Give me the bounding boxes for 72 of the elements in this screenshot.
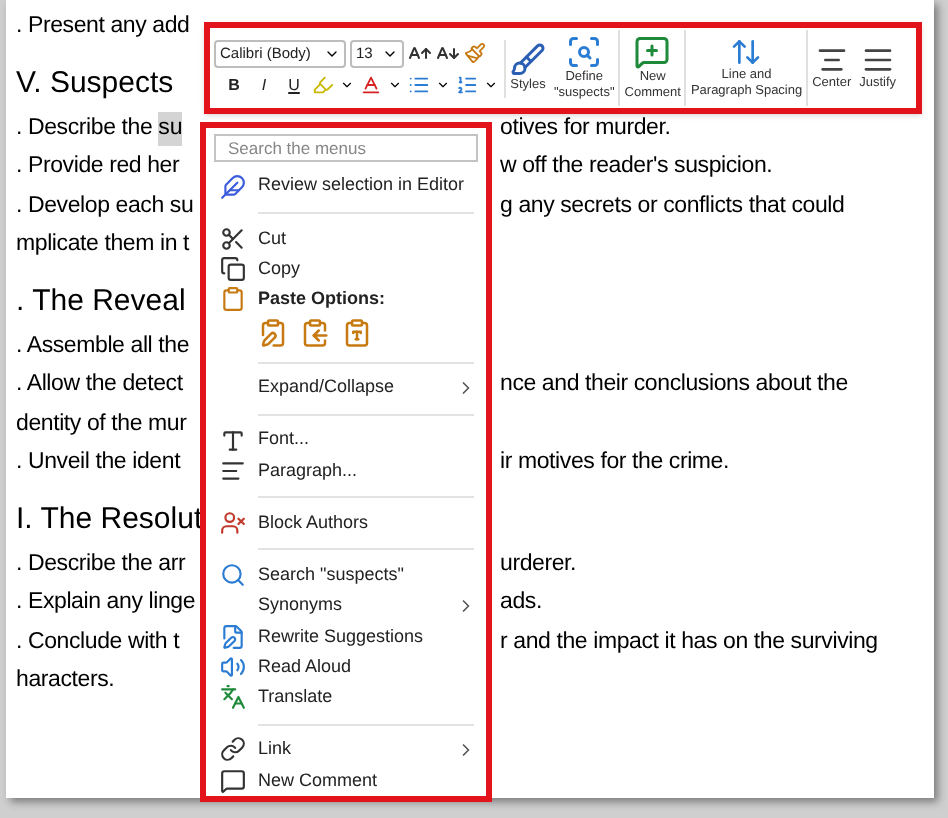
align-center-icon [815,44,848,76]
align-justify-icon [861,44,894,76]
chevron-icon[interactable] [484,78,498,92]
chevron-icon[interactable] [436,78,450,92]
body-text: urderer. [500,549,577,580]
shrink-font-icon[interactable] [436,41,460,65]
comment-add-icon [634,34,671,70]
format-button[interactable]: B [222,73,246,97]
chevron-icon[interactable] [340,78,354,92]
clipboard-icon [220,286,246,313]
letter-icon [220,427,246,454]
comment-icon [220,767,246,794]
menu-item[interactable]: Review selection in Editor [206,171,486,202]
translate-icon [220,684,246,711]
paste-merge-icon[interactable] [300,318,330,349]
body-text: w off the reader's suspicion. [500,152,773,183]
search-icon [220,562,246,589]
heading-text: V. Suspects [16,64,174,104]
scissors-icon [220,225,246,252]
menu-item[interactable]: Font... [206,425,486,456]
body-text: nce and their conclusions about the [500,370,848,401]
body-text: otives for murder. [500,113,671,144]
menu-item[interactable]: Paste Options: [206,284,486,315]
body-text: g any secrets or conflicts that could [500,191,845,222]
menu-item[interactable]: Copy [206,253,486,285]
body-text: . Allow the detect [16,370,183,401]
body-text: ir motives for the crime. [500,448,729,479]
menu-item[interactable]: Link [206,734,486,766]
body-text: haracters. [16,666,115,697]
speaker-icon [220,654,246,681]
numbering-icon[interactable] [456,74,478,96]
body-text: . Provide red her [16,152,180,183]
paste-text-only-icon[interactable] [342,318,372,349]
body-text: dentity of the mur [16,409,187,440]
body-text: . Present any add [16,12,190,43]
body-text: . Explain any linge [16,588,196,619]
menu-item[interactable]: Paragraph... [206,455,486,487]
paste-keep-format-icon[interactable] [258,318,288,349]
format-button[interactable]: U [282,73,306,97]
paragraph-icon [220,458,246,485]
body-text: . Assemble all the [16,331,190,362]
chevron-icon[interactable] [388,78,402,92]
body-text: . Describe the [16,113,155,144]
document-pen-icon [220,623,246,650]
body-text: ads. [500,588,542,619]
body-text: r and the impact it has on the surviving [500,627,878,658]
menu-item[interactable]: Expand/Collapse [206,372,486,404]
body-text: . Unveil the ident [16,448,181,479]
menu-item[interactable]: Cut [206,223,486,254]
menu-item[interactable]: Read Aloud [206,651,486,683]
menu-item[interactable]: Synonyms [206,590,486,622]
heading-text: I. The Resolut [16,500,203,540]
copy-icon [220,256,246,283]
menu-item[interactable]: Block Authors [206,507,486,539]
menu-item[interactable]: Search "suspects" [206,560,486,591]
body-text: . Describe the arr [16,549,186,580]
bullets-icon[interactable] [408,74,430,96]
body-text: . Develop each su [16,191,194,222]
grow-font-icon[interactable] [408,41,432,65]
font-color-icon[interactable] [360,74,382,96]
menu-item[interactable]: Rewrite Suggestions [206,621,486,652]
heading-text: . The Reveal [16,282,186,322]
menu-item[interactable]: New Comment [206,765,486,796]
pen-icon [220,173,246,200]
body-text: mplicate them in t [16,230,190,261]
search-field[interactable]: Search the menus [214,134,478,163]
menu-item[interactable]: Translate [206,682,486,713]
person-blocked-icon [220,510,246,537]
format-button[interactable]: I [252,73,276,97]
link-icon [220,736,246,763]
body-text: . Conclude with t [16,627,180,658]
selected-text: su [158,111,183,146]
